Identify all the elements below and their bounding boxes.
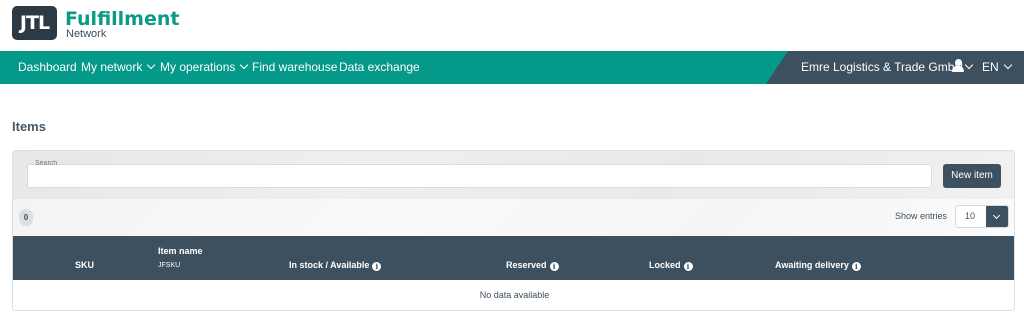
language-label: EN [982,60,999,74]
column-reserved[interactable]: Reserved i [506,260,559,271]
column-locked[interactable]: Locked i [649,260,693,271]
entries-value: 10 [965,211,976,221]
entries-select[interactable]: 10 [955,205,1009,228]
chevron-down-icon [992,211,1001,220]
nav-data-exchange-label: Data exchange [339,60,420,74]
nav-my-operations[interactable]: My operations [160,51,249,84]
nav-dashboard[interactable]: Dashboard [18,51,77,84]
new-item-button[interactable]: New item [943,164,1001,188]
info-icon[interactable]: i [549,262,559,271]
item-count-badge: 0 [19,209,33,226]
company-name[interactable]: Emre Logistics & Trade GmbH [801,51,963,84]
chevron-down-icon [1003,60,1012,70]
brand-logo-mark[interactable]: JTL [12,6,57,40]
nav-find-warehouse[interactable]: Find warehouse [252,51,337,84]
show-entries-label: Show entries [895,211,948,221]
column-sku-label: SKU [75,260,95,270]
column-item-name-sub: JFSKU [158,262,181,269]
table-toolbar: 0 Show entries 10 [13,199,1014,236]
nav-dashboard-label: Dashboard [18,60,77,74]
info-icon[interactable]: i [851,262,861,271]
chevron-down-icon [147,60,156,70]
column-in-stock-label: In stock / Available [289,260,370,270]
column-awaiting-delivery[interactable]: Awaiting delivery i [775,260,861,271]
nav-data-exchange[interactable]: Data exchange [339,51,420,84]
nav-my-operations-label: My operations [160,60,236,74]
page-title: Items [12,119,46,134]
language-selector[interactable]: EN [982,51,1012,84]
table-header: SKU Item name JFSKU In stock / Available… [13,236,1014,280]
entries-dropdown-button[interactable] [986,206,1008,227]
column-item-name-label: Item name [158,246,203,256]
search-panel: Search New item [13,151,1014,199]
column-awaiting-delivery-label: Awaiting delivery [775,260,849,270]
column-reserved-label: Reserved [506,260,547,270]
column-item-name[interactable]: Item name [158,246,203,256]
search-input[interactable] [27,164,932,188]
nav-my-network[interactable]: My network [81,51,156,84]
user-menu-toggle[interactable] [960,51,974,84]
nav-find-warehouse-label: Find warehouse [252,60,338,74]
empty-table-message: No data available [479,290,550,300]
brand-subtitle: Network [66,28,107,40]
info-icon[interactable]: i [683,262,693,271]
brand-title[interactable]: Fulfillment [65,8,179,30]
search-label: Search [35,160,58,167]
column-in-stock[interactable]: In stock / Available i [289,260,382,271]
header: JTL Fulfillment Network [0,0,1024,51]
main-navbar: Dashboard My network My operations Find … [0,51,1024,84]
column-sku[interactable]: SKU [75,260,94,270]
items-card: Search New item 0 Show entries 10 SKU It… [12,150,1015,311]
column-locked-label: Locked [649,260,681,270]
nav-my-network-label: My network [81,60,143,74]
info-icon[interactable]: i [372,262,382,271]
chevron-down-icon [964,60,974,70]
chevron-down-icon [240,60,249,70]
